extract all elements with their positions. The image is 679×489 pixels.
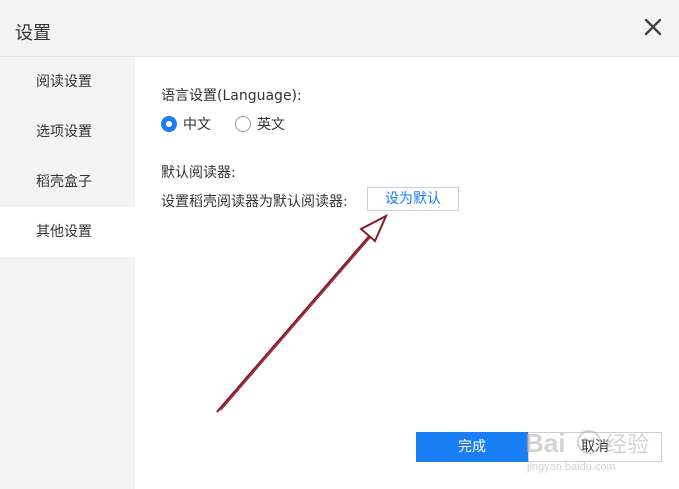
- radio-chinese[interactable]: [161, 116, 177, 132]
- radio-chinese-label[interactable]: 中文: [183, 114, 211, 134]
- cancel-button[interactable]: 取消: [528, 432, 662, 462]
- close-icon[interactable]: [638, 12, 668, 42]
- default-reader-heading: 默认阅读器:: [161, 165, 236, 181]
- sidebar-item-label: 稻壳盒子: [36, 174, 92, 190]
- settings-dialog: 设置 阅读设置 选项设置 稻壳盒子 其他设置 语言设置(Language): 中…: [0, 0, 679, 489]
- sidebar-item-options[interactable]: 选项设置: [0, 107, 135, 157]
- dialog-title: 设置: [15, 23, 51, 44]
- settings-sidebar: 阅读设置 选项设置 稻壳盒子 其他设置: [0, 57, 135, 489]
- sidebar-item-other[interactable]: 其他设置: [0, 207, 135, 257]
- set-default-button[interactable]: 设为默认: [367, 187, 459, 211]
- sidebar-item-label: 阅读设置: [36, 74, 92, 90]
- default-reader-description: 设置稻壳阅读器为默认阅读器:: [161, 194, 348, 210]
- ok-button[interactable]: 完成: [416, 432, 528, 462]
- sidebar-item-reading[interactable]: 阅读设置: [0, 57, 135, 107]
- sidebar-item-docer-box[interactable]: 稻壳盒子: [0, 157, 135, 207]
- sidebar-item-label: 其他设置: [36, 224, 92, 240]
- settings-content: 语言设置(Language): 中文 英文 默认阅读器: 设置稻壳阅读器为默认阅…: [135, 57, 679, 489]
- language-heading: 语言设置(Language):: [161, 88, 302, 104]
- dialog-titlebar: 设置: [0, 0, 679, 57]
- sidebar-item-label: 选项设置: [36, 124, 92, 140]
- radio-english-label[interactable]: 英文: [257, 114, 285, 134]
- radio-english[interactable]: [235, 116, 251, 132]
